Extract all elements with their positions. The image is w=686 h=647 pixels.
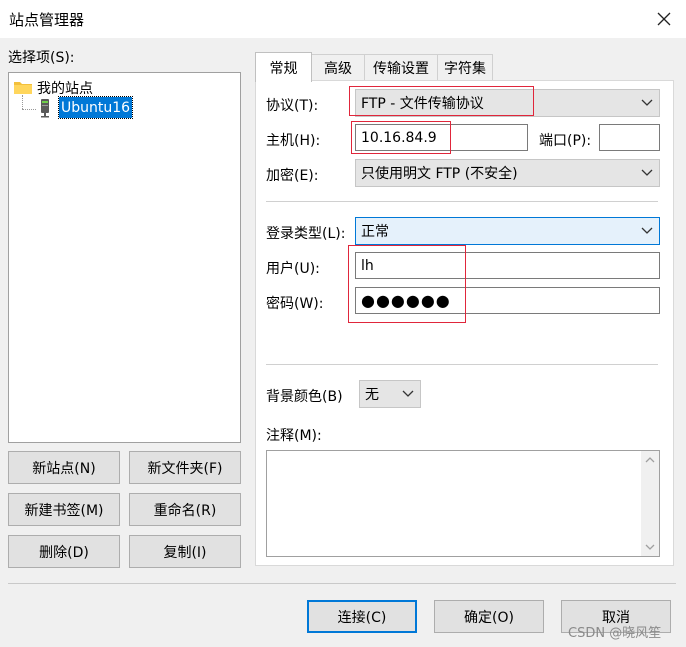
port-input[interactable] [599, 124, 660, 151]
site-tree[interactable]: 我的站点 Ubuntu16 [8, 72, 241, 443]
chevron-down-icon [641, 169, 653, 176]
vertical-scrollbar[interactable] [641, 451, 659, 556]
folder-icon [13, 79, 33, 95]
delete-button[interactable]: 删除(D) [8, 535, 120, 568]
tab-general[interactable]: 常规 [255, 52, 312, 82]
close-icon[interactable] [650, 5, 678, 33]
logon-type-value: 正常 [361, 224, 389, 240]
chevron-down-icon [402, 390, 414, 397]
password-label: 密码(W): [266, 296, 324, 312]
tree-item-ubuntu16[interactable]: Ubuntu16 [57, 96, 134, 119]
host-label: 主机(H): [266, 133, 321, 149]
bg-color-label: 背景颜色(B) [266, 389, 343, 405]
rename-button[interactable]: 重命名(R) [129, 493, 241, 526]
comments-label: 注释(M): [266, 428, 322, 444]
ok-button[interactable]: 确定(O) [434, 600, 544, 633]
new-site-button[interactable]: 新站点(N) [8, 451, 120, 484]
encryption-label: 加密(E): [266, 168, 319, 184]
tab-charset[interactable]: 字符集 [437, 54, 493, 81]
scroll-up-icon[interactable] [645, 457, 655, 463]
port-label: 端口(P): [539, 133, 592, 149]
bg-color-value: 无 [365, 387, 379, 403]
highlight-box [351, 121, 451, 154]
encryption-select[interactable]: 只使用明文 FTP (不安全) [355, 159, 660, 187]
tab-advanced[interactable]: 高级 [311, 54, 365, 81]
title-bar: 站点管理器 [0, 0, 686, 38]
highlight-box [348, 245, 466, 323]
highlight-box [349, 86, 534, 116]
scroll-down-icon[interactable] [645, 544, 655, 550]
user-label: 用户(U): [266, 261, 320, 277]
copy-button[interactable]: 复制(I) [129, 535, 241, 568]
server-icon [39, 98, 51, 118]
watermark: CSDN @晓风笙 [568, 626, 662, 641]
tree-line [22, 109, 36, 110]
new-bookmark-button[interactable]: 新建书签(M) [8, 493, 120, 526]
window-title: 站点管理器 [9, 11, 85, 29]
chevron-down-icon [641, 227, 653, 234]
bg-color-select[interactable]: 无 [359, 380, 421, 408]
tree-root-label[interactable]: 我的站点 [37, 78, 93, 98]
tab-transfer-settings[interactable]: 传输设置 [364, 54, 438, 81]
logon-type-label: 登录类型(L): [266, 226, 346, 242]
comments-textarea[interactable] [266, 450, 660, 557]
encryption-value: 只使用明文 FTP (不安全) [361, 166, 518, 182]
new-folder-button[interactable]: 新文件夹(F) [129, 451, 241, 484]
divider [266, 364, 658, 365]
select-entry-label: 选择项(S): [8, 50, 75, 66]
connect-button[interactable]: 连接(C) [307, 600, 417, 633]
logon-type-select[interactable]: 正常 [355, 217, 660, 245]
footer-divider [8, 583, 676, 584]
tree-line [22, 95, 23, 109]
chevron-down-icon [641, 99, 653, 106]
divider [266, 201, 658, 202]
protocol-label: 协议(T): [266, 98, 319, 114]
